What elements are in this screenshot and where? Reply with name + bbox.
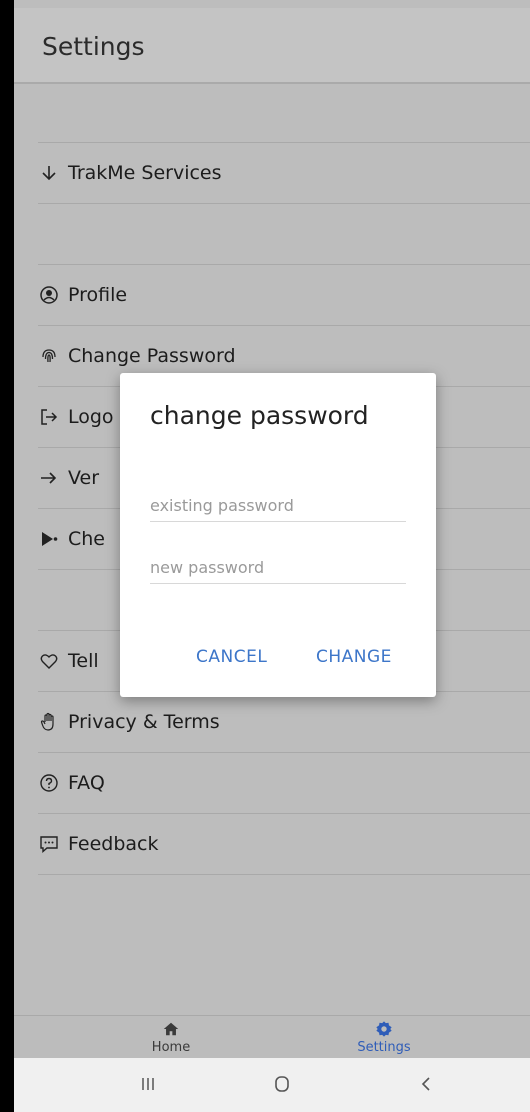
page-title: Settings xyxy=(42,32,145,61)
system-home-icon[interactable] xyxy=(262,1072,302,1096)
settings-item-label: Privacy & Terms xyxy=(68,711,220,733)
arrow-down-icon xyxy=(38,162,60,184)
list-spacer xyxy=(38,204,530,265)
home-icon xyxy=(163,1022,179,1036)
fingerprint-icon xyxy=(38,345,60,367)
existing-password-input[interactable] xyxy=(150,491,406,519)
question-circle-icon xyxy=(38,772,60,794)
nav-home-label: Home xyxy=(151,1040,191,1055)
settings-item-label: Ver xyxy=(68,467,100,489)
bottom-navigation: Home Settings xyxy=(14,1015,530,1059)
user-circle-icon xyxy=(38,284,60,306)
settings-item-label: Logo xyxy=(68,406,114,428)
nav-settings[interactable]: Settings xyxy=(339,1020,429,1055)
recent-apps-icon[interactable] xyxy=(128,1072,168,1096)
nav-settings-label: Settings xyxy=(357,1040,411,1055)
settings-item-trakme-services[interactable]: TrakMe Services xyxy=(38,143,530,204)
settings-item-label: Profile xyxy=(68,284,128,306)
list-spacer xyxy=(38,84,530,143)
back-icon[interactable] xyxy=(406,1072,446,1096)
system-navigation-bar xyxy=(14,1058,530,1112)
change-button[interactable]: CHANGE xyxy=(316,647,392,667)
settings-item-faq[interactable]: FAQ xyxy=(38,753,530,814)
settings-item-label: Change Password xyxy=(68,345,236,367)
dialog-title: change password xyxy=(150,401,369,430)
settings-item-label: Feedback xyxy=(68,833,159,855)
settings-item-label: TrakMe Services xyxy=(68,162,222,184)
logout-icon xyxy=(38,406,60,428)
new-password-field xyxy=(150,553,406,584)
top-app-bar: Settings xyxy=(14,8,530,84)
settings-item-privacy-terms[interactable]: Privacy & Terms xyxy=(38,692,530,753)
settings-item-feedback[interactable]: Feedback xyxy=(38,814,530,875)
chat-bubble-icon xyxy=(38,833,60,855)
change-password-dialog: change password CANCEL CHANGE xyxy=(120,373,436,697)
gear-icon xyxy=(376,1021,392,1037)
settings-item-profile[interactable]: Profile xyxy=(38,265,530,326)
existing-password-field xyxy=(150,491,406,522)
heart-icon xyxy=(38,650,60,672)
cancel-button[interactable]: CANCEL xyxy=(196,647,267,667)
arrow-right-icon xyxy=(38,467,60,489)
settings-item-label: Che xyxy=(68,528,105,550)
share-icon xyxy=(38,528,60,550)
settings-item-label: FAQ xyxy=(68,772,105,794)
settings-item-label: Tell xyxy=(68,650,99,672)
nav-home[interactable]: Home xyxy=(126,1020,216,1055)
hand-icon xyxy=(38,711,60,733)
new-password-input[interactable] xyxy=(150,553,406,581)
